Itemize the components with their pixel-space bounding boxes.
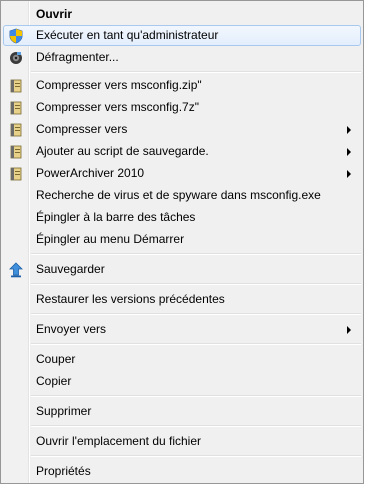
menu-separator xyxy=(31,71,361,73)
menu-item-delete[interactable]: Supprimer xyxy=(3,401,361,422)
powerarchiver-icon xyxy=(8,144,24,160)
menu-item-send-to[interactable]: Envoyer vers xyxy=(3,319,361,340)
menu-item-label: Compresser vers msconfig.7z" xyxy=(36,100,199,114)
menu-item-add-backup-script[interactable]: Ajouter au script de sauvegarde. xyxy=(3,141,361,162)
menu-item-label: Couper xyxy=(36,352,76,366)
menu-item-compress-to[interactable]: Compresser vers xyxy=(3,119,361,140)
menu-separator xyxy=(31,425,361,427)
menu-item-label: Exécuter en tant qu'administrateur xyxy=(36,28,219,42)
menu-item-label: Défragmenter... xyxy=(36,50,119,64)
menu-item-label: Restaurer les versions précédentes xyxy=(36,292,225,306)
menu-item-label: Épingler au menu Démarrer xyxy=(36,232,185,246)
menu-item-label: Ouvrir l'emplacement du fichier xyxy=(36,434,202,448)
menu-item-compress-7z[interactable]: Compresser vers msconfig.7z" xyxy=(3,97,361,118)
menu-item-label: Sauvegarder xyxy=(36,262,105,276)
menu-item-label: Copier xyxy=(36,374,72,388)
menu-item-label: Supprimer xyxy=(36,404,92,418)
menu-item-label: Envoyer vers xyxy=(36,322,107,336)
menu-item-compress-zip[interactable]: Compresser vers msconfig.zip" xyxy=(3,75,361,96)
defrag-icon xyxy=(8,50,24,66)
menu-item-label: Compresser vers msconfig.zip" xyxy=(36,78,202,92)
menu-item-label: Recherche de virus et de spyware dans ms… xyxy=(36,188,321,202)
menu-item-copy[interactable]: Copier xyxy=(3,371,361,392)
menu-item-powerarchiver[interactable]: PowerArchiver 2010 xyxy=(3,163,361,184)
submenu-arrow-icon xyxy=(347,148,351,156)
menu-separator xyxy=(31,253,361,255)
menu-item-properties[interactable]: Propriétés xyxy=(3,461,361,482)
menu-item-virus-scan[interactable]: Recherche de virus et de spyware dans ms… xyxy=(3,185,361,206)
backup-arrow-icon xyxy=(8,262,24,278)
menu-separator xyxy=(31,283,361,285)
menu-item-restore-versions[interactable]: Restaurer les versions précédentes xyxy=(3,289,361,310)
menu-item-pin-start-menu[interactable]: Épingler au menu Démarrer xyxy=(3,229,361,250)
powerarchiver-icon xyxy=(8,78,24,94)
powerarchiver-icon xyxy=(8,122,24,138)
menu-item-open-file-location[interactable]: Ouvrir l'emplacement du fichier xyxy=(3,431,361,452)
submenu-arrow-icon xyxy=(347,126,351,134)
powerarchiver-icon xyxy=(8,166,24,182)
menu-item-label: Épingler à la barre des tâches xyxy=(36,210,196,224)
menu-item-label: Compresser vers xyxy=(36,122,128,136)
submenu-arrow-icon xyxy=(347,326,351,334)
menu-separator xyxy=(31,343,361,345)
menu-item-label: Propriétés xyxy=(36,464,91,478)
menu-separator xyxy=(31,313,361,315)
menu-item-backup[interactable]: Sauvegarder xyxy=(3,259,361,280)
menu-item-label: Ajouter au script de sauvegarde. xyxy=(36,144,209,158)
menu-separator xyxy=(31,455,361,457)
menu-item-defragment[interactable]: Défragmenter... xyxy=(3,47,361,68)
menu-item-cut[interactable]: Couper xyxy=(3,349,361,370)
menu-item-pin-taskbar[interactable]: Épingler à la barre des tâches xyxy=(3,207,361,228)
menu-item-label: Ouvrir xyxy=(36,7,73,21)
menu-separator xyxy=(31,395,361,397)
powerarchiver-icon xyxy=(8,100,24,116)
menu-item-open[interactable]: Ouvrir xyxy=(3,4,361,25)
menu-item-run-as-admin[interactable]: Exécuter en tant qu'administrateur xyxy=(3,25,361,46)
menu-item-label: PowerArchiver 2010 xyxy=(36,166,145,180)
submenu-arrow-icon xyxy=(347,170,351,178)
context-menu: Ouvrir Exécuter en tant qu'administrateu… xyxy=(0,0,364,484)
uac-shield-icon xyxy=(8,28,24,44)
